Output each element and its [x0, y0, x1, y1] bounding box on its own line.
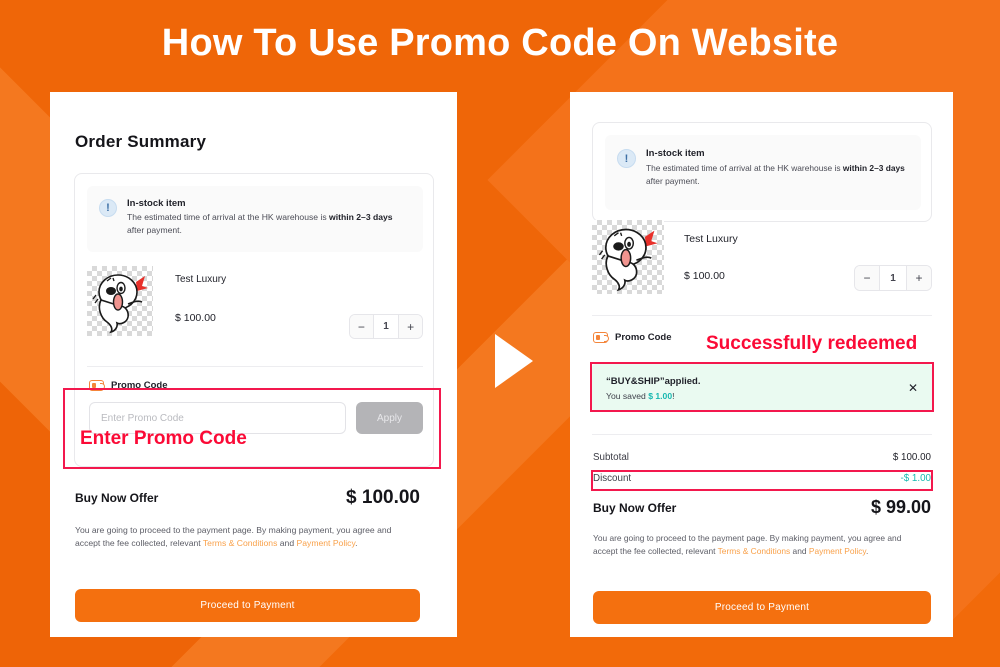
notice-title: In-stock item [646, 148, 705, 159]
ticket-icon [89, 380, 105, 391]
discount-label: Discount [593, 473, 632, 484]
proceed-to-payment-button[interactable]: Proceed to Payment [593, 591, 931, 624]
promo-code-label: Promo Code [615, 332, 672, 343]
promo-saved-message: You saved $ 1.00! [606, 391, 701, 401]
ticket-icon [593, 332, 609, 343]
promo-code-label-row: Promo Code [89, 380, 423, 391]
promo-code-label: Promo Code [111, 380, 168, 391]
buy-now-offer-label: Buy Now Offer [75, 491, 159, 505]
notice-text-before: The estimated time of arrival at the HK … [646, 163, 843, 173]
in-stock-notice-right: ! In-stock item The estimated time of ar… [605, 135, 921, 210]
notice-title: In-stock item [127, 198, 186, 209]
left-screenshot-panel: Order Summary ! In-stock item The estima… [50, 92, 457, 637]
divider [592, 315, 932, 316]
page-title: Order Summary [75, 132, 207, 151]
promo-applied-message: “BUY&SHIP”applied. [606, 375, 701, 387]
info-exclamation-icon: ! [617, 149, 636, 168]
buy-now-offer-row-right: Buy Now Offer $ 99.00 [593, 497, 931, 518]
legal-text-left: You are going to proceed to the payment … [75, 524, 415, 551]
cartoon-character-icon [598, 228, 658, 292]
legal-part-2: and [277, 538, 297, 549]
saved-amount: $ 1.00 [648, 390, 673, 401]
product-thumbnail [592, 220, 664, 294]
terms-conditions-link[interactable]: Terms & Conditions [718, 546, 791, 556]
discount-row: Discount -$ 1.00 [593, 473, 931, 484]
poster-headline: How To Use Promo Code On Website [161, 22, 839, 64]
info-exclamation-icon: ! [99, 199, 117, 217]
buy-now-offer-label: Buy Now Offer [593, 500, 677, 515]
product-price: $ 100.00 [175, 312, 216, 324]
notice-text-before: The estimated time of arrival at the HK … [127, 212, 330, 222]
play-triangle-right-icon [495, 334, 533, 388]
payment-policy-link[interactable]: Payment Policy [809, 546, 866, 556]
divider [87, 366, 423, 367]
annotation-enter-promo-code: Enter Promo Code [80, 428, 247, 449]
quantity-value[interactable]: 1 [880, 266, 906, 290]
poster-canvas: How To Use Promo Code On Website Order S… [0, 0, 1000, 667]
saved-suffix: ! [672, 390, 675, 401]
cartoon-character-icon [92, 274, 148, 334]
subtotal-row: Subtotal $ 100.00 [593, 452, 931, 463]
buy-now-offer-row-left: Buy Now Offer $ 100.00 [75, 487, 420, 509]
buy-now-offer-value: $ 100.00 [346, 487, 420, 508]
legal-part-3: . [865, 546, 869, 557]
right-screenshot-panel: ! In-stock item The estimated time of ar… [570, 92, 953, 637]
discount-value: -$ 1.00 [900, 473, 931, 484]
annotation-successfully-redeemed: Successfully redeemed [706, 333, 918, 354]
notice-text-after: after payment. [646, 175, 700, 186]
divider [592, 434, 932, 435]
apply-promo-button[interactable]: Apply [356, 402, 423, 434]
close-x-icon[interactable]: ✕ [908, 381, 918, 395]
legal-part-3: . [355, 538, 358, 549]
product-row: Test Luxury $ 100.00 − 1 + [87, 266, 423, 339]
subtotal-label: Subtotal [593, 452, 629, 463]
quantity-stepper[interactable]: − 1 + [854, 265, 932, 291]
quantity-value[interactable]: 1 [373, 315, 399, 338]
product-price: $ 100.00 [684, 270, 725, 282]
quantity-decrease-button[interactable]: − [855, 266, 880, 290]
product-name: Test Luxury [684, 233, 738, 245]
product-name: Test Luxury [175, 274, 227, 285]
quantity-increase-button[interactable]: + [398, 315, 422, 338]
in-stock-notice: ! In-stock item The estimated time of ar… [87, 186, 423, 252]
subtotal-value: $ 100.00 [892, 452, 931, 463]
payment-policy-link[interactable]: Payment Policy [297, 538, 356, 548]
notice-text-bold: within 2–3 days [329, 212, 393, 222]
buy-now-offer-value: $ 99.00 [870, 497, 931, 517]
terms-conditions-link[interactable]: Terms & Conditions [203, 538, 278, 548]
proceed-to-payment-button[interactable]: Proceed to Payment [75, 589, 420, 622]
quantity-stepper[interactable]: − 1 + [349, 314, 423, 339]
quantity-increase-button[interactable]: + [906, 266, 931, 290]
product-row-right: Test Luxury $ 100.00 − 1 + [592, 220, 932, 294]
notice-body: The estimated time of arrival at the HK … [646, 162, 909, 187]
legal-text-right: You are going to proceed to the payment … [593, 532, 923, 558]
product-thumbnail [87, 266, 153, 336]
notice-text-after: after payment. [127, 224, 182, 235]
order-card-left: ! In-stock item The estimated time of ar… [74, 173, 434, 467]
notice-text-bold: within 2–3 days [842, 163, 905, 173]
promo-success-banner: “BUY&SHIP”applied. You saved $ 1.00! ✕ [592, 364, 932, 412]
notice-card-right: ! In-stock item The estimated time of ar… [592, 122, 932, 222]
saved-prefix: You saved [606, 390, 646, 401]
quantity-decrease-button[interactable]: − [350, 315, 374, 338]
promo-code-section: Promo Code Enter Promo Code Apply [89, 380, 423, 434]
notice-body: The estimated time of arrival at the HK … [127, 211, 411, 237]
legal-part-2: and [790, 546, 809, 557]
promo-code-label-row-right: Promo Code [593, 332, 671, 343]
